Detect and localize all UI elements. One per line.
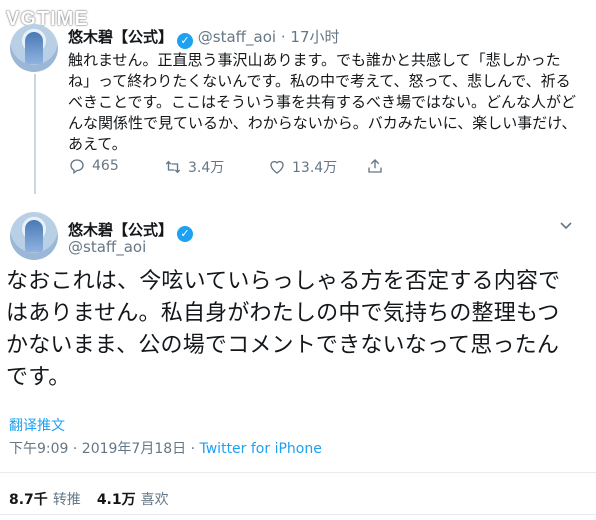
handle[interactable]: @staff_aoi — [198, 28, 276, 46]
like-stat-label: 喜欢 — [140, 492, 169, 508]
like-count: 13.4万 — [292, 160, 338, 176]
verified-badge-icon: ✓ — [177, 226, 194, 242]
source-link[interactable]: Twitter for iPhone — [200, 441, 322, 457]
engagement-stats: 8.7千 转推 4.1万 喜欢 — [9, 489, 169, 509]
reply-icon — [70, 159, 84, 175]
display-name[interactable]: 悠木碧【公式】 — [68, 28, 173, 46]
thread-line — [34, 74, 36, 194]
translate-link[interactable]: 翻译推文 — [9, 415, 65, 435]
display-name[interactable]: 悠木碧【公式】 — [68, 221, 173, 239]
reply-button[interactable]: 465 — [68, 157, 119, 175]
retweet-stat[interactable]: 8.7千 转推 — [9, 492, 81, 508]
tweet1-text: 触れません。正直思う事沢山あります。でも誰かと共感して「悲しかった ね」って終わ… — [68, 51, 577, 153]
divider — [0, 514, 596, 515]
like-stat-count: 4.1万 — [96, 492, 136, 508]
timestamp[interactable]: 下午9:09 · 2019年7月18日 · — [9, 441, 200, 457]
chevron-down-icon[interactable] — [560, 222, 572, 230]
verified-badge-icon: ✓ — [177, 33, 194, 49]
retweet-count: 3.4万 — [188, 160, 225, 176]
heart-icon — [270, 160, 284, 174]
retweet-icon — [165, 160, 181, 174]
reply-count: 465 — [92, 158, 119, 174]
tweet-time[interactable]: 17小时 — [290, 28, 339, 46]
divider — [0, 472, 596, 473]
like-button[interactable]: 13.4万 — [268, 157, 337, 177]
retweet-button[interactable]: 3.4万 — [164, 157, 224, 177]
avatar[interactable] — [10, 24, 58, 72]
separator: · — [280, 28, 286, 46]
retweet-stat-label: 转推 — [52, 492, 81, 508]
tweet-meta: 下午9:09 · 2019年7月18日 · Twitter for iPhone — [9, 438, 322, 458]
handle[interactable]: @staff_aoi — [68, 238, 146, 256]
tweet2-text: なおこれは、今呟いていらっしゃる方を否定する内容で はありません。私自身がわたし… — [6, 269, 561, 390]
like-stat[interactable]: 4.1万 喜欢 — [97, 492, 169, 508]
share-icon — [368, 159, 382, 173]
share-button[interactable] — [366, 157, 384, 175]
avatar[interactable] — [10, 212, 58, 260]
tweet1-header: 悠木碧【公式】 ✓ @staff_aoi · 17小时 — [68, 26, 340, 49]
retweet-stat-count: 8.7千 — [9, 492, 48, 508]
